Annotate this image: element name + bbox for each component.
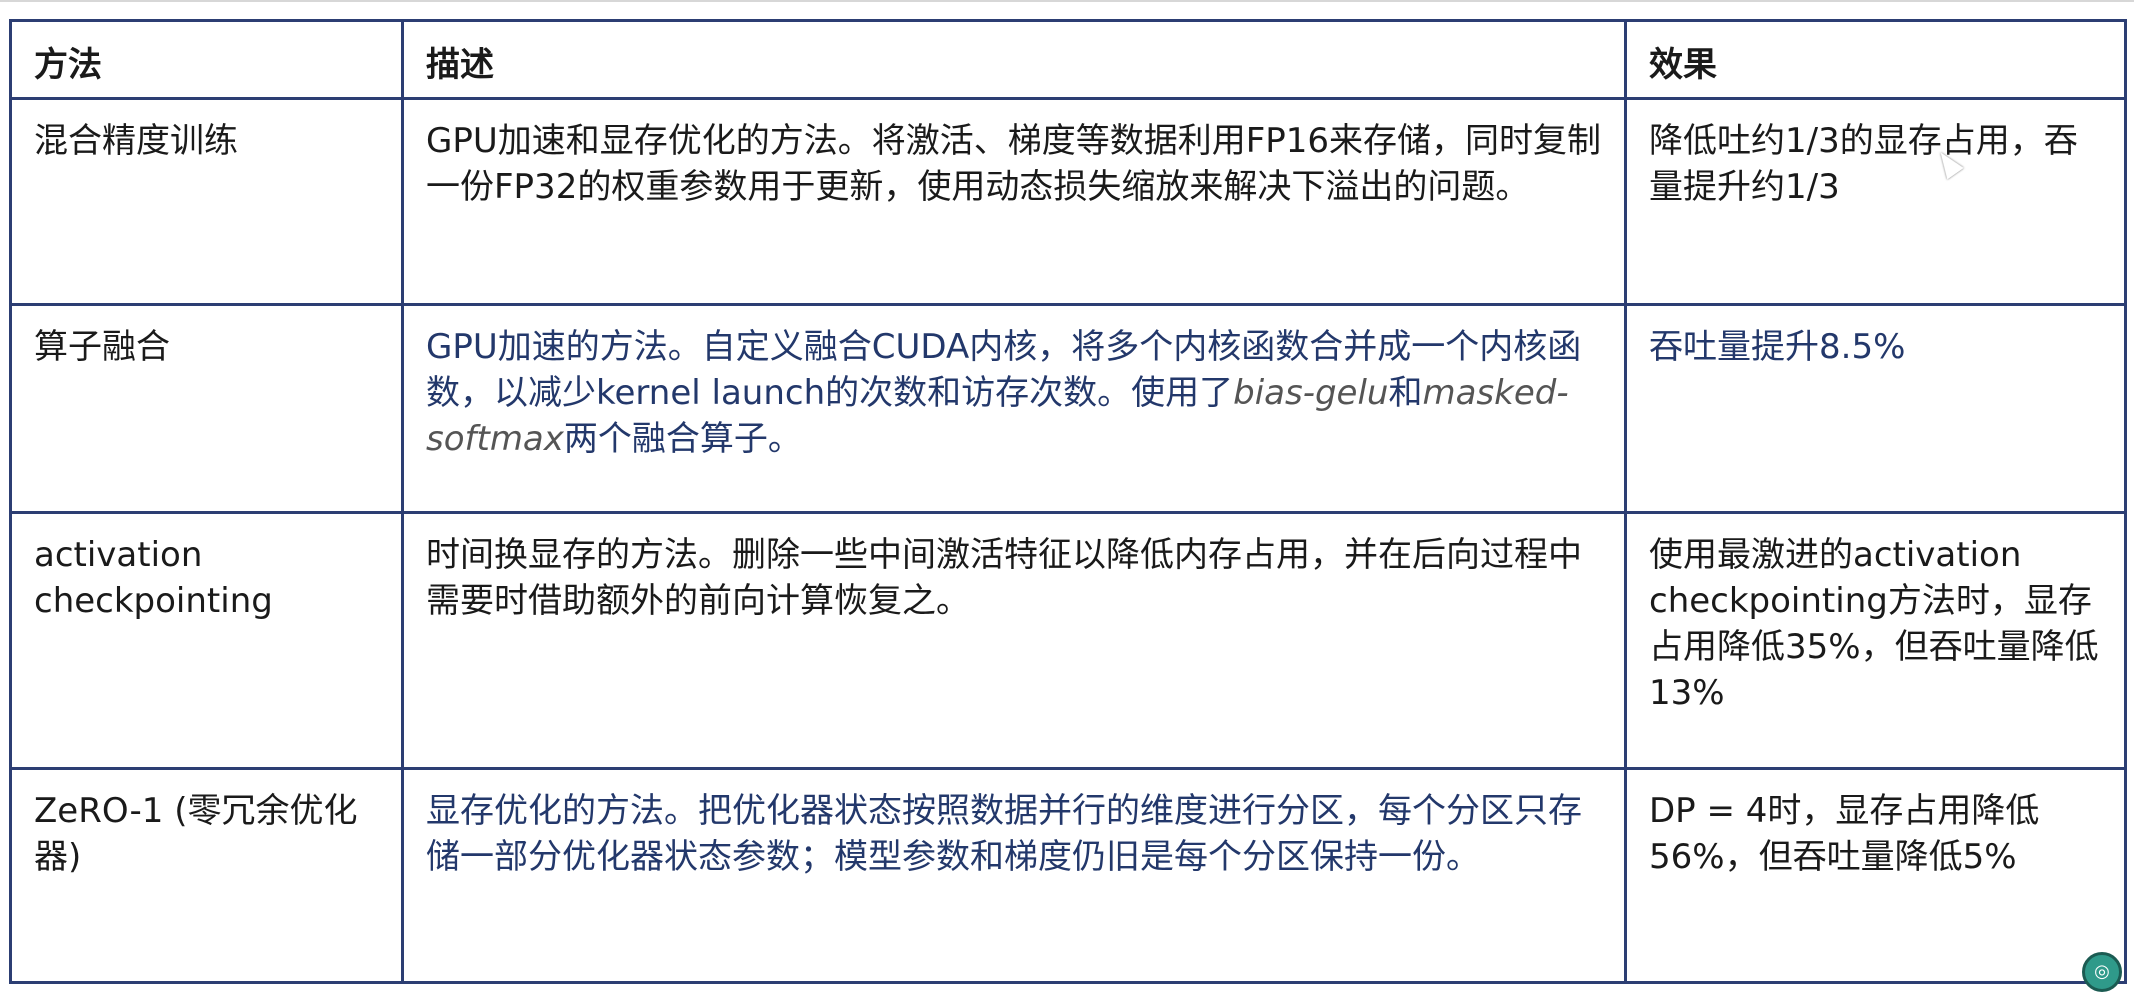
- fused-op-term: bias-gelu: [1233, 373, 1389, 413]
- table-row: activation checkpointing 时间换显存的方法。删除一些中间…: [9, 511, 2127, 770]
- header-effect: 效果: [1624, 19, 2127, 100]
- row-effect: 使用最激进的activation checkpointing方法时，显存占用降低…: [1624, 511, 2127, 770]
- row-method: ZeRO-1 (零冗余优化器): [9, 767, 404, 984]
- row-method: 混合精度训练: [9, 97, 404, 306]
- row-description: GPU加速和显存优化的方法。将激活、梯度等数据利用FP16来存储，同时复制一份F…: [401, 97, 1627, 306]
- methods-comparison-table: 方法 描述 效果 混合精度训练 GPU加速和显存优化的方法。将激活、梯度等数据利…: [9, 19, 2127, 984]
- row-effect: DP = 4时，显存占用降低56%，但吞吐量降低5%: [1624, 767, 2127, 984]
- table-row: 混合精度训练 GPU加速和显存优化的方法。将激活、梯度等数据利用FP16来存储，…: [9, 97, 2127, 306]
- row-effect: 吞吐量提升8.5%: [1624, 303, 2127, 514]
- row-effect: 降低吐约1/3的显存占用，吞量提升约1/3: [1624, 97, 2127, 306]
- table-row: 算子融合 GPU加速的方法。自定义融合CUDA内核，将多个内核函数合并成一个内核…: [9, 303, 2127, 514]
- top-divider: [0, 0, 2134, 2]
- header-method: 方法: [9, 19, 404, 100]
- row-method: 算子融合: [9, 303, 404, 514]
- header-description: 描述: [401, 19, 1627, 100]
- description-text: 两个融合算子。: [563, 419, 802, 459]
- table-header-row: 方法 描述 效果: [9, 19, 2127, 100]
- row-method: activation checkpointing: [9, 511, 404, 770]
- description-text: 和: [1388, 373, 1423, 413]
- slide-frame: 方法 描述 效果 混合精度训练 GPU加速和显存优化的方法。将激活、梯度等数据利…: [0, 0, 2134, 1008]
- row-description: GPU加速的方法。自定义融合CUDA内核，将多个内核函数合并成一个内核函数，以减…: [401, 303, 1627, 514]
- row-description: 显存优化的方法。把优化器状态按照数据并行的维度进行分区，每个分区只存储一部分优化…: [401, 767, 1627, 984]
- watermark-logo-icon: ◎: [2082, 952, 2122, 992]
- table-row: ZeRO-1 (零冗余优化器) 显存优化的方法。把优化器状态按照数据并行的维度进…: [9, 767, 2127, 984]
- row-description: 时间换显存的方法。删除一些中间激活特征以降低内存占用，并在后向过程中需要时借助额…: [401, 511, 1627, 770]
